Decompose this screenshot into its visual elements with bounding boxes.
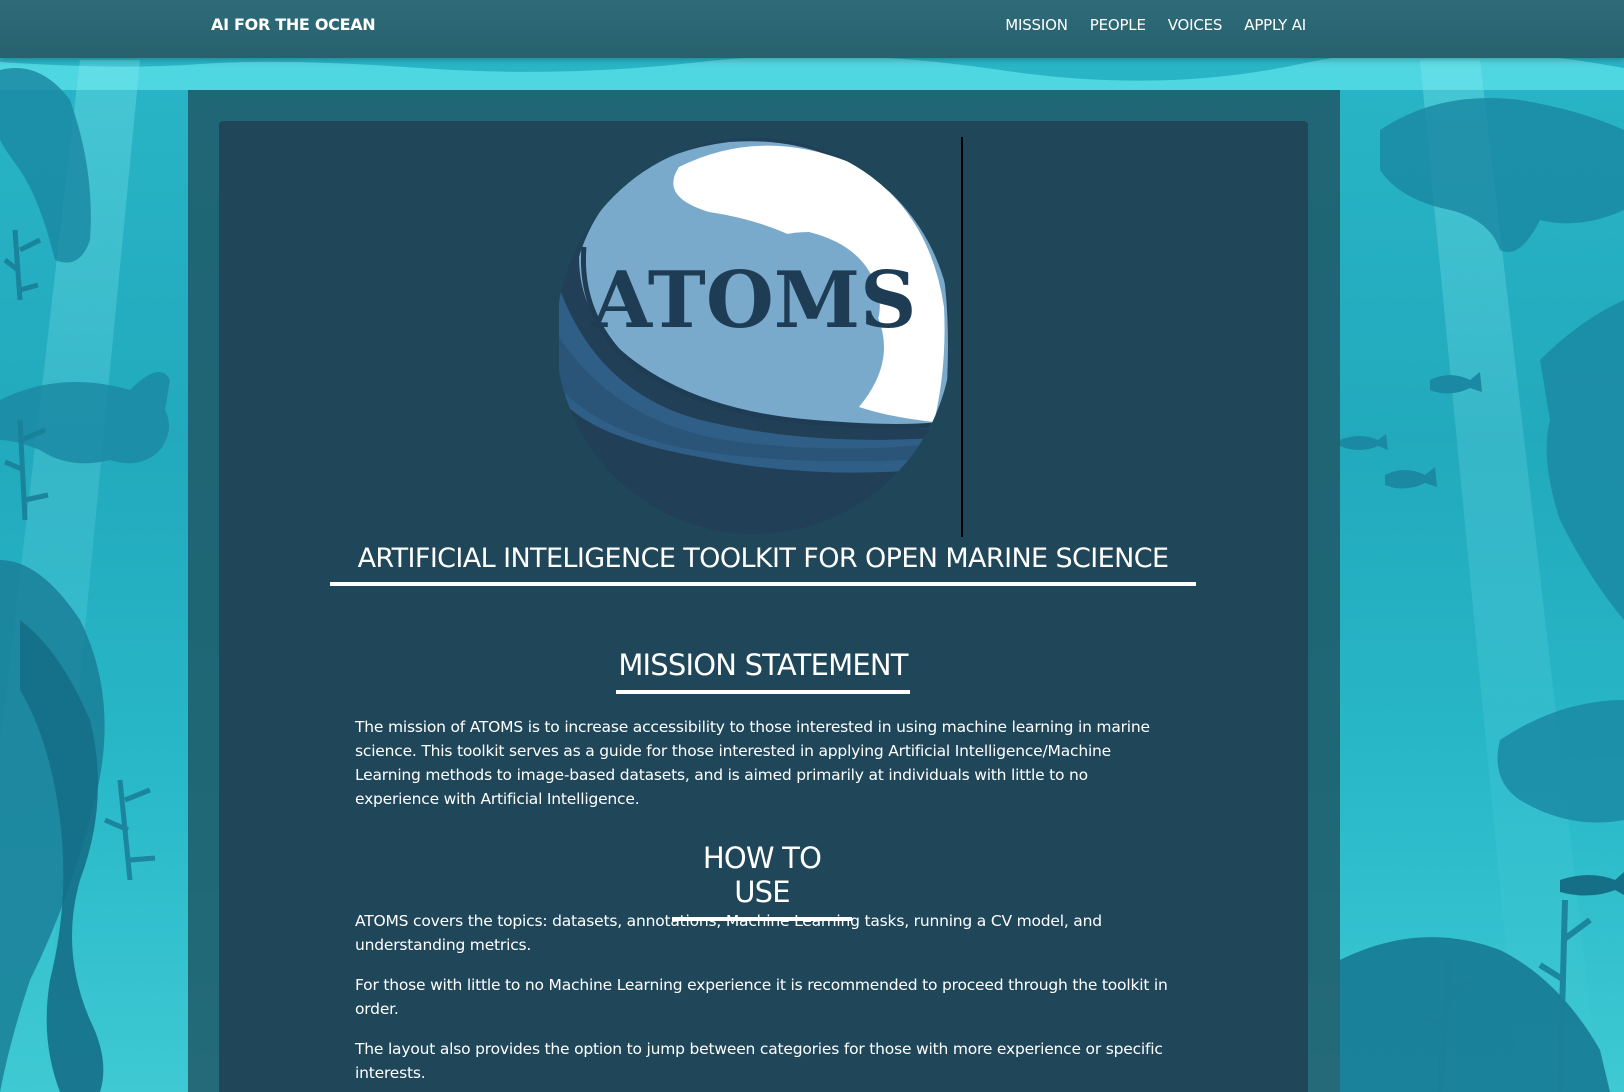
content-card: ATOMS ARTIFICIAL INTELIGENCE TOOLKIT FOR… [219,121,1308,1092]
nav-link-mission[interactable]: MISSION [1005,16,1068,34]
how-to-use-paragraph: The layout also provides the option to j… [355,1040,1163,1082]
svg-text:ATOMS: ATOMS [591,255,917,346]
content-container: ATOMS ARTIFICIAL INTELIGENCE TOOLKIT FOR… [188,90,1340,1092]
wave-globe-logo-icon: ATOMS [556,138,952,534]
mission-statement-heading: MISSION STATEMENT [616,648,910,694]
mission-statement-text: The mission of ATOMS is to increase acce… [355,718,1150,808]
how-to-use-paragraph: For those with little to no Machine Lear… [355,976,1168,1018]
nav-link-apply-ai[interactable]: APPLY AI [1244,16,1306,34]
atoms-logo: ATOMS [556,137,952,535]
logo-divider-line [961,137,963,537]
nav-links: MISSION PEOPLE VOICES APPLY AI [1005,16,1306,34]
site-brand-link[interactable]: AI FOR THE OCEAN [211,15,376,34]
nav-link-voices[interactable]: VOICES [1168,16,1223,34]
top-navbar: AI FOR THE OCEAN MISSION PEOPLE VOICES A… [0,0,1624,58]
nav-link-people[interactable]: PEOPLE [1090,16,1146,34]
page-title: ARTIFICIAL INTELIGENCE TOOLKIT FOR OPEN … [330,543,1196,586]
how-to-use-paragraph: ATOMS covers the topics: datasets, annot… [355,912,1102,954]
